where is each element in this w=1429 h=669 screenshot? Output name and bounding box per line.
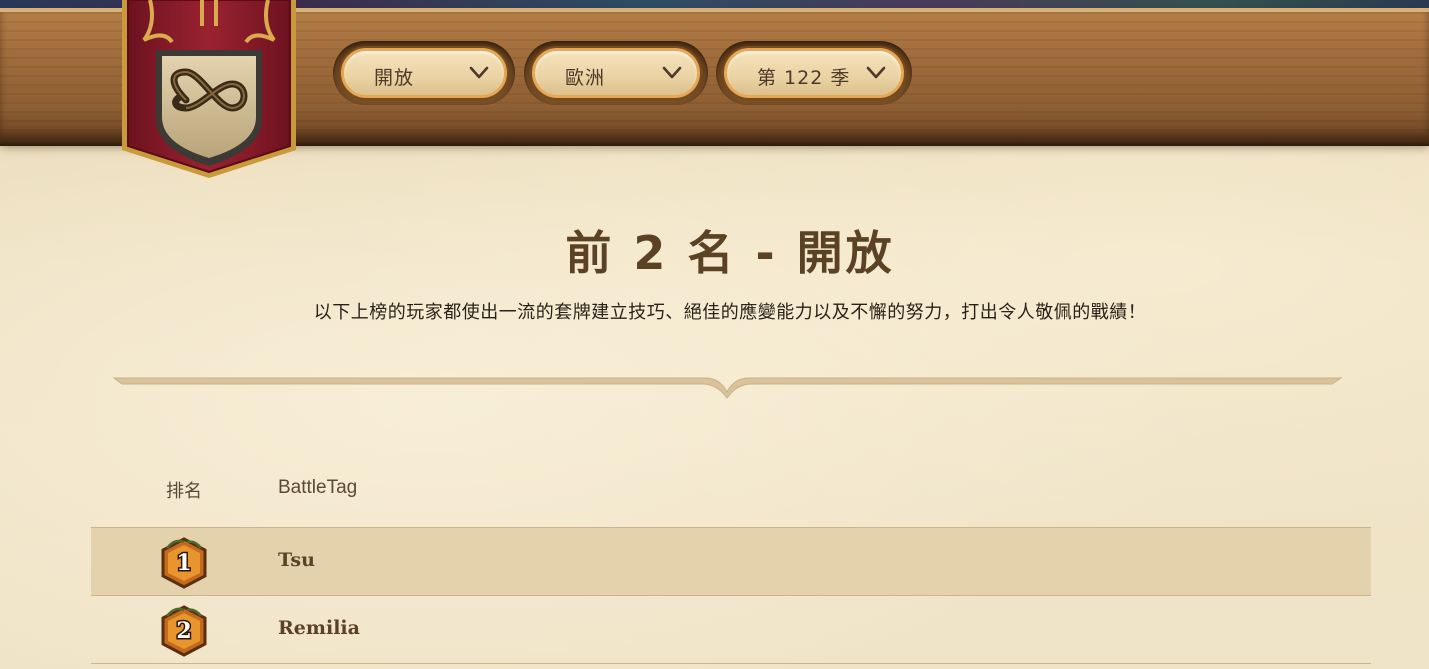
player-battletag[interactable]: Tsu [278,549,315,571]
season-dropdown-label: 第 122 季 [757,67,851,89]
ornamental-divider [112,377,1343,399]
column-header-rank: 排名 [166,481,202,502]
mode-banner [122,0,296,178]
rank-badge-icon: 2 [161,605,207,657]
page-title: 前 2 名 - 開放 [565,226,895,280]
chevron-down-icon [469,66,489,79]
table-row: 1 Tsu [91,527,1371,596]
table-divider [91,663,1371,664]
player-battletag[interactable]: Remilia [278,617,360,639]
rank-badge-icon: 1 [161,537,207,589]
region-dropdown-label: 歐洲 [565,67,606,89]
season-dropdown-frame: 第 122 季 [716,41,912,105]
region-dropdown[interactable]: 歐洲 [532,48,700,98]
rank-number: 1 [176,550,191,576]
rank-number: 2 [176,618,191,644]
chevron-down-icon [662,66,682,79]
season-dropdown[interactable]: 第 122 季 [724,48,904,98]
column-header-battletag: BattleTag [278,477,358,498]
mode-dropdown[interactable]: 開放 [341,48,507,98]
region-dropdown-frame: 歐洲 [524,41,708,105]
chevron-down-icon [866,66,886,79]
mode-dropdown-label: 開放 [374,67,415,89]
page-subtitle: 以下上榜的玩家都使出一流的套牌建立技巧、絕佳的應變能力以及不懈的努力，打出令人敬… [313,302,1147,323]
table-row: 2 Remilia [91,595,1371,664]
mode-dropdown-frame: 開放 [333,41,515,105]
